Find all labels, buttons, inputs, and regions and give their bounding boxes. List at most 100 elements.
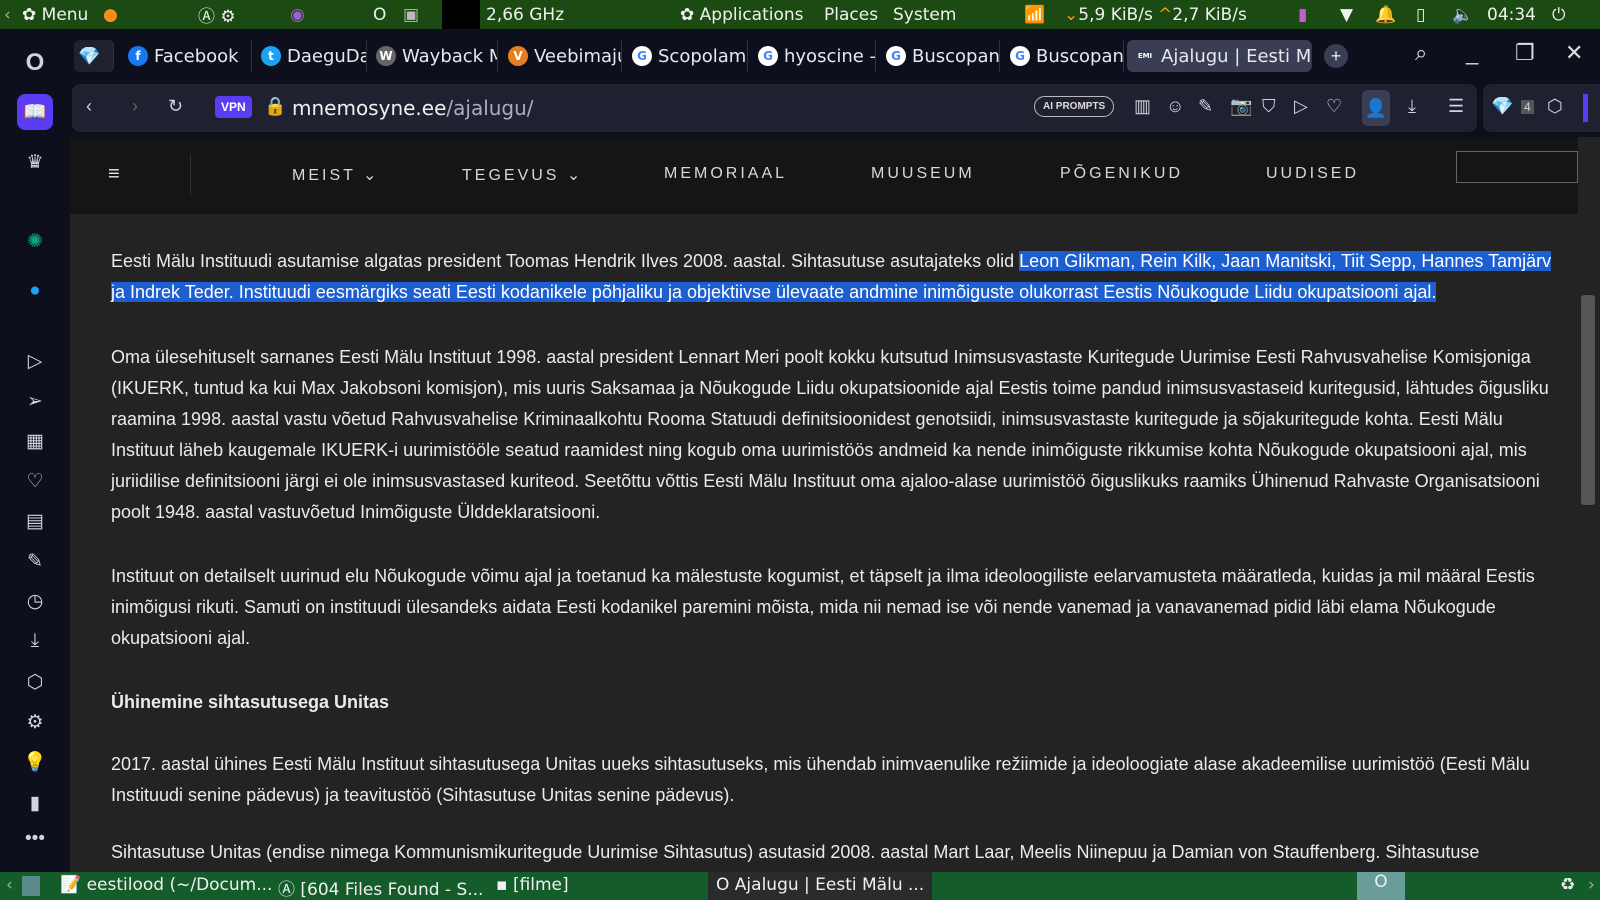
taskbar-label: Ajalugu | Eesti Mälu ...	[734, 875, 925, 895]
tab-label: Ajalugu | Eesti Mä	[1161, 45, 1312, 67]
close-button[interactable]: ✕	[1565, 40, 1583, 66]
hamburger-icon[interactable]: ≡	[108, 163, 120, 186]
easy-setup-icon[interactable]: ☰	[1448, 96, 1464, 117]
downloads-icon[interactable]: ⤓	[1408, 96, 1416, 117]
search-tabs-icon[interactable]: ⌕	[1415, 40, 1427, 66]
edit-icon[interactable]: ✎	[17, 543, 53, 579]
new-tab-button[interactable]: +	[1324, 44, 1348, 68]
scrollbar-thumb[interactable]	[1581, 295, 1595, 505]
tab[interactable]: W Wayback M	[372, 40, 498, 72]
tab[interactable]: t DaeguDav	[257, 40, 367, 72]
nav-pogenikud[interactable]: PÕGENIKUD	[1060, 165, 1183, 183]
tab-label: Buscopan	[1036, 45, 1124, 67]
site-nav: ≡ MEIST ⌄ TEGEVUS ⌄ MEMORIAAL MUUSEUM PÕ…	[70, 137, 1578, 214]
send-icon[interactable]: ➢	[17, 383, 53, 419]
settings-icon[interactable]: ⚙	[17, 704, 53, 740]
power-icon[interactable]: ⏻	[1552, 5, 1565, 25]
download-speed: 5,9 KiB/s	[1078, 4, 1153, 25]
emoji-icon[interactable]: ☺	[1166, 96, 1184, 117]
trash-icon[interactable]: ♻	[1560, 875, 1575, 895]
opera-icon[interactable]: O	[373, 5, 386, 25]
more-icon[interactable]: •••	[17, 821, 53, 857]
web-page: Eesti Mälu Instituudi asutamise algatas …	[70, 137, 1578, 872]
reader-mode-icon[interactable]: ▥	[1134, 96, 1151, 117]
taskbar-item-active[interactable]: O Ajalugu | Eesti Mälu ...	[708, 872, 933, 900]
sidebar-toggle[interactable]	[1583, 94, 1588, 122]
clock[interactable]: 04:34	[1487, 5, 1536, 25]
nav-tegevus[interactable]: TEGEVUS ⌄	[462, 165, 583, 185]
extension-gem-icon[interactable]: 💎	[1491, 96, 1513, 117]
extensions-cube-icon[interactable]: ⬡	[1547, 96, 1563, 117]
shield-icon[interactable]: ⛉	[1262, 96, 1276, 117]
nav-uudised[interactable]: UUDISED	[1266, 165, 1359, 183]
nav-muuseum[interactable]: MUUSEUM	[871, 165, 975, 183]
tab-bar: 💎 f Facebook t DaeguDav W Wayback M V Veebimaju…	[72, 36, 1600, 76]
nav-memoriaal[interactable]: MEMORIAAL	[664, 165, 787, 183]
news-icon[interactable]: ▤	[17, 503, 53, 539]
search-tool-icon[interactable]: Ⓐ ⚙	[198, 2, 236, 27]
terminal-icon[interactable]: ▣	[403, 5, 419, 25]
taskbar-item[interactable]: ▪ [filme]	[496, 875, 569, 895]
bell-icon[interactable]: 🔔	[1375, 5, 1396, 25]
volume-icon[interactable]: 🔈	[1452, 5, 1473, 25]
tab[interactable]: G Scopolami	[628, 40, 748, 72]
cube-icon[interactable]: ⬡	[17, 664, 53, 700]
places-menu[interactable]: Places	[824, 5, 878, 25]
battery-icon[interactable]: ▯	[1416, 5, 1425, 25]
firefox-icon[interactable]: ●	[103, 5, 118, 25]
ai-prompts-button[interactable]: AI PROMPTS	[1034, 96, 1115, 117]
extension-icon[interactable]: ▮	[17, 785, 53, 821]
profile-icon[interactable]: 👤	[1362, 90, 1390, 126]
taskbar-right-arrow[interactable]: ›	[1588, 875, 1595, 895]
speed-dial-icon[interactable]: ▦	[17, 423, 53, 459]
taskbar-item[interactable]: Ⓐ [604 Files Found - S...	[278, 875, 483, 900]
tab-favicon-icon: t	[261, 46, 281, 66]
twitter-icon[interactable]: ●	[17, 273, 53, 309]
minimize-button[interactable]: _	[1466, 40, 1478, 66]
player-icon[interactable]: ▷	[17, 343, 53, 379]
taskbar-label: [filme]	[512, 875, 569, 895]
reader-icon[interactable]: 📖	[17, 94, 53, 130]
reload-button[interactable]: ↻	[168, 96, 183, 117]
tab[interactable]: EMI Ajalugu | Eesti Mä	[1127, 40, 1312, 72]
download-icon[interactable]: ⤓	[17, 623, 53, 659]
extension-badge[interactable]: 4	[1521, 100, 1534, 114]
tab-label: Scopolami	[658, 45, 748, 67]
tab[interactable]: Ghyoscine -	[754, 40, 876, 72]
camera-icon[interactable]: 📷	[1230, 96, 1252, 117]
taskbar-left-arrow[interactable]: ‹	[6, 875, 13, 895]
bookmark-heart-icon[interactable]: ♡	[1326, 96, 1342, 117]
pinned-tab[interactable]: 💎	[74, 40, 114, 72]
opera-logo-icon[interactable]: O	[17, 45, 53, 81]
tor-icon[interactable]: ◉	[290, 5, 305, 25]
applications-menu[interactable]: ✿ Applications	[680, 5, 804, 25]
url-field[interactable]: mnemosyne.ee/ajalugu/	[292, 96, 534, 120]
show-desktop-icon[interactable]	[22, 876, 40, 896]
bulb-icon[interactable]: 💡	[17, 744, 53, 780]
taskbar-item[interactable]: 📝 eestilood (~/Docum...	[60, 875, 272, 895]
panel-left-arrow[interactable]: ‹	[4, 5, 11, 25]
tab[interactable]: f Facebook	[124, 40, 252, 72]
menu-button[interactable]: ✿ Menu	[22, 5, 88, 25]
forward-button[interactable]: ›	[132, 96, 138, 117]
crown-icon[interactable]: ♛	[17, 144, 53, 180]
tab[interactable]: V Veebimaju	[504, 40, 622, 72]
history-icon[interactable]: ◷	[17, 583, 53, 619]
system-menu[interactable]: System	[893, 5, 956, 25]
chatgpt-icon[interactable]: ✺	[17, 223, 53, 259]
tab[interactable]: G Buscopan	[882, 40, 1000, 72]
workspace-switcher[interactable]: O	[1357, 872, 1405, 900]
snapshot-edit-icon[interactable]: ✎	[1198, 96, 1213, 117]
back-button[interactable]: ‹	[86, 96, 92, 117]
lock-icon[interactable]: 🔒	[264, 96, 286, 117]
tab[interactable]: G Buscopan	[1006, 40, 1124, 72]
heart-icon[interactable]: ♡	[17, 463, 53, 499]
nav-meist[interactable]: MEIST ⌄	[292, 165, 379, 185]
tab-favicon-icon: G	[1010, 46, 1030, 66]
restore-button[interactable]: ❐	[1515, 40, 1535, 66]
vpn-badge[interactable]: VPN	[215, 96, 252, 118]
search-input[interactable]	[1456, 151, 1578, 183]
audio-app-icon[interactable]: ▮	[1298, 5, 1307, 25]
send-page-icon[interactable]: ▷	[1294, 96, 1308, 117]
network-icon[interactable]: ▼	[1340, 5, 1353, 25]
